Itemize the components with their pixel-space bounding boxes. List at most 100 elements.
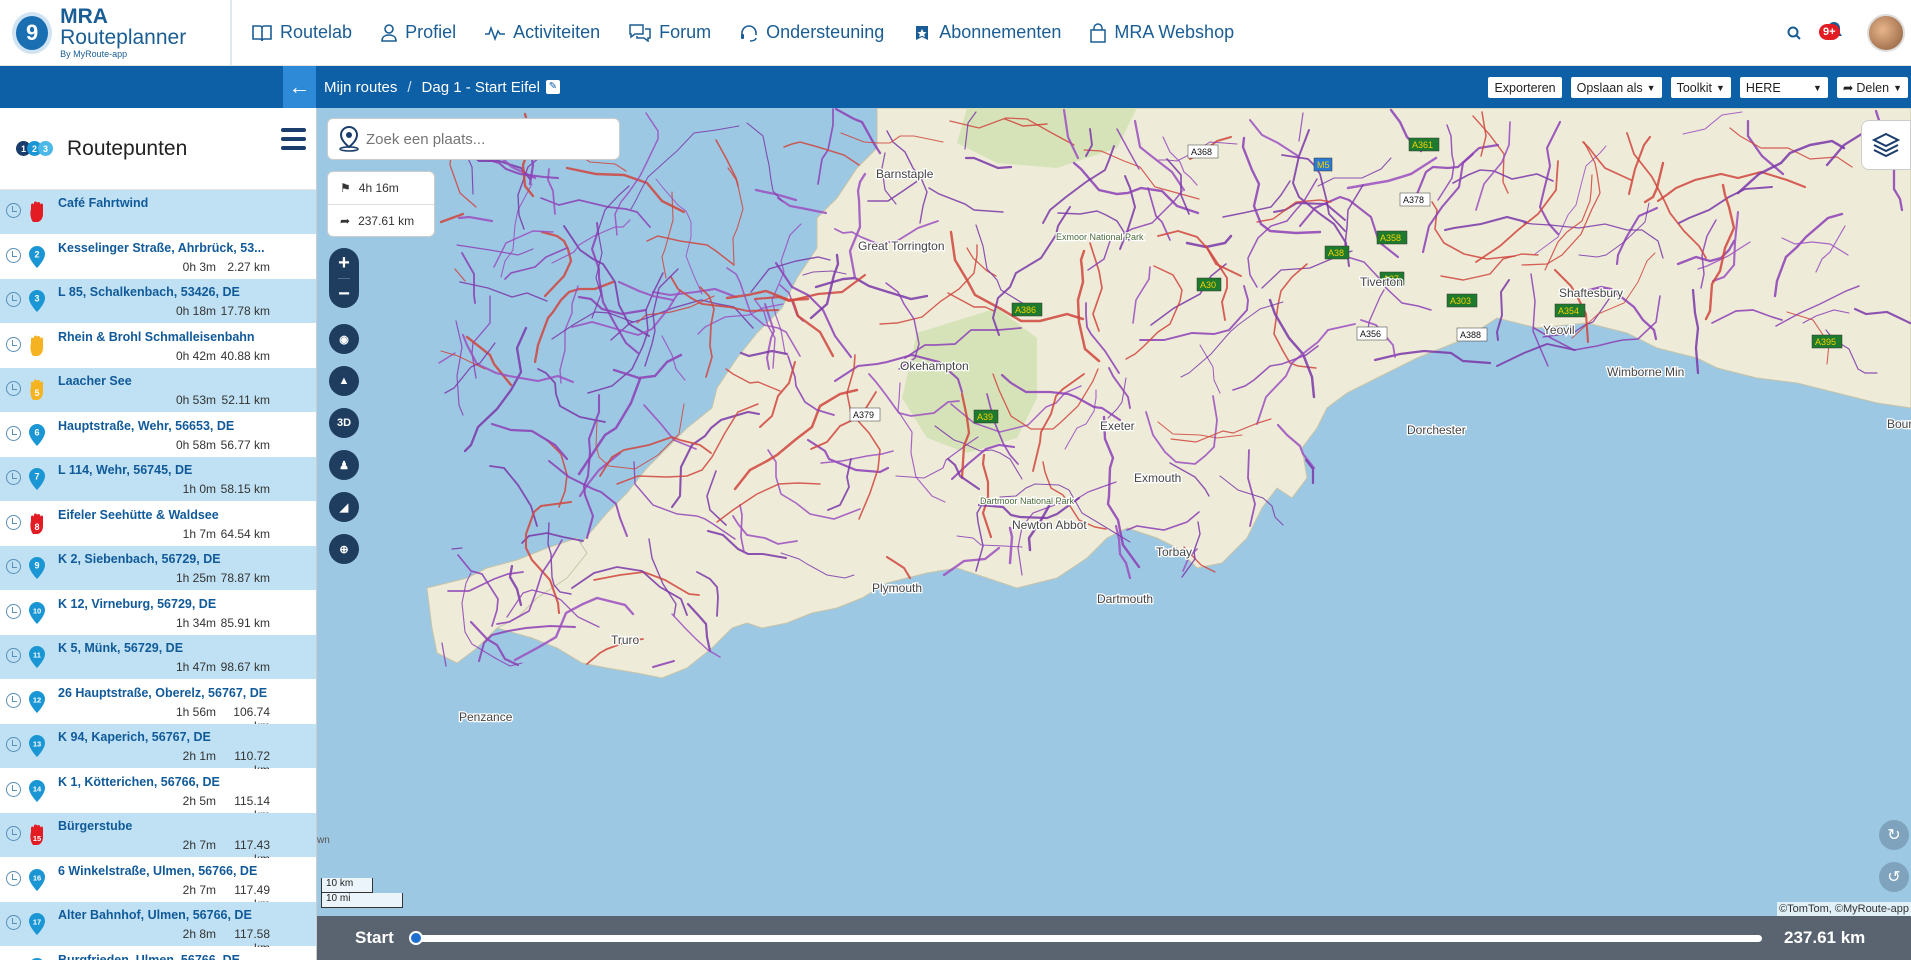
routepoint-item[interactable]: 16 6 Winkelstraße, Ulmen, 56766, DE 2h 7m 1… (0, 857, 316, 911)
place-label: Okehampton (900, 359, 969, 373)
routepoint-item[interactable]: 10 K 12, Virneburg, 56729, DE 1h 34m 85.91 … (0, 590, 316, 635)
svg-text:11: 11 (33, 651, 41, 660)
place-label: Exmouth (1134, 471, 1181, 485)
nav-ondersteuning[interactable]: Ondersteuning (740, 22, 884, 43)
chat-icon (629, 23, 651, 42)
rotate-right-button[interactable]: ↻ (1879, 820, 1909, 850)
svg-text:9: 9 (34, 561, 39, 571)
road-label: A354 (1554, 303, 1586, 318)
routepoints-list: Café Fahrtwind 2 Kesselinger Straße, Ahrbr… (0, 190, 316, 960)
svg-text:13: 13 (33, 740, 41, 749)
paint-bucket-icon[interactable]: ▲ (329, 366, 359, 396)
activity-icon (485, 25, 506, 41)
save-as-dropdown[interactable]: Opslaan als ▼ (1570, 77, 1662, 98)
road-segment (454, 268, 466, 282)
svg-text:6: 6 (34, 427, 39, 437)
routepoint-item[interactable]: 15Bürgerstube2h 7m117.43 km (0, 813, 316, 866)
export-button[interactable]: Exporteren (1488, 77, 1562, 98)
clock-icon[interactable] (6, 203, 21, 218)
layers-button[interactable] (1861, 120, 1911, 170)
road-label: A356 (1356, 326, 1388, 341)
route-scrubber-track[interactable] (409, 930, 1762, 945)
locate-me-icon[interactable]: ⊕ (329, 534, 359, 564)
routepoint-item[interactable]: 18 Burgfrieden, Ulmen, 56766, DE (0, 946, 316, 960)
main-nav: Routelab Profiel Activiteiten Forum Onde… (252, 22, 1263, 43)
brand-logo[interactable]: 9 MRA Routeplanner By MyRoute-app (0, 0, 232, 66)
toolkit-dropdown[interactable]: Toolkit ▼ (1670, 77, 1731, 98)
toggle-3d-button[interactable]: 3D (329, 408, 359, 438)
nav-webshop[interactable]: MRA Webshop (1090, 22, 1234, 43)
routepoint-name: L 85, Schalkenbach, 53426, DE (58, 285, 240, 299)
route-scrubber-thumb[interactable] (409, 930, 423, 945)
nav-profiel-label: Profiel (405, 22, 457, 42)
routepoint-item[interactable]: 12 26 Hauptstraße, Oberelz, 56767, DE 1h 5… (0, 679, 316, 733)
rotate-left-button[interactable]: ↺ (1879, 862, 1909, 892)
routepoint-item[interactable]: Café Fahrtwind (0, 190, 316, 235)
road-segment (463, 326, 528, 453)
routepoint-item[interactable]: 2 Kesselinger Straße, Ahrbrück, 53... 0h 3… (0, 234, 316, 279)
share-button[interactable]: ➦ Delen ▼ (1836, 77, 1908, 98)
place-search-box[interactable] (327, 118, 620, 160)
road-segment (547, 168, 556, 215)
nav-activiteiten[interactable]: Activiteiten (485, 22, 600, 43)
waypoint-pin-icon: 18 (31, 957, 43, 960)
routepoint-item[interactable]: 3 L 85, Schalkenbach, 53426, DE 0h 18m 17.7… (0, 279, 316, 324)
route-summary-card: ⚑ 4h 16m ➦ 237.61 km (327, 171, 435, 237)
routepoint-item[interactable]: 9 K 2, Siebenbach, 56729, DE 1h 25m 78.87 k… (0, 546, 316, 591)
zoom-control: + − (329, 248, 359, 308)
notifications-button[interactable]: 9+ (1819, 20, 1845, 46)
routepoint-distance: 52.11 km (221, 393, 270, 407)
place-label: Newton Abbot (1012, 518, 1087, 532)
menu-icon[interactable] (281, 128, 306, 150)
route-toolbar: ← Mijn routes / Dag 1 - Start Eifel ✎ Ex… (0, 66, 1911, 108)
road-segment (617, 280, 675, 302)
road-segment (440, 350, 486, 370)
road-segment (459, 281, 548, 302)
routepoint-item[interactable]: 5 Laacher See 0h 53m 52.11 km (0, 368, 316, 413)
back-arrow-button[interactable]: ← (283, 66, 316, 108)
add-waypoint-icon[interactable]: ◉ (329, 324, 359, 354)
nav-routelab[interactable]: Routelab (252, 22, 352, 43)
map-canvas[interactable]: A361 A368 M5 A378 A358 A38 A30 A303 A37 A356 A354 A… (317, 108, 1911, 916)
routepoint-item[interactable]: 6 Hauptstraße, Wehr, 56653, DE 0h 58m 56.77… (0, 412, 316, 457)
arrow-left-icon: ← (288, 74, 311, 99)
breadcrumb-separator: / (407, 78, 412, 96)
brand-subtitle: By MyRoute-app (60, 49, 128, 59)
svg-text:A30: A30 (1200, 280, 1216, 290)
svg-text:A361: A361 (1412, 140, 1433, 150)
routepoint-item[interactable]: 11 K 5, Münk, 56729, DE 1h 47m 98.67 km (0, 635, 316, 680)
sidebar-title: Routepunten (67, 136, 188, 160)
routepoint-time: 2h 8m (182, 927, 216, 941)
routepoint-time: 0h 58m (175, 437, 216, 452)
routepoint-item[interactable]: Rhein & Brohl Schmalleisenbahn 0h 42m 40.8… (0, 323, 316, 368)
routepoints-logo-icon: 123 (16, 141, 53, 156)
routepoint-item[interactable]: 7 L 114, Wehr, 56745, DE 1h 0m 58.15 km (0, 457, 316, 502)
elevation-chart-icon[interactable]: ◢ (329, 492, 359, 522)
road-segment (456, 244, 534, 256)
routepoint-item[interactable]: 17 Alter Bahnhof, Ulmen, 56766, DE 2h 8m 11… (0, 902, 316, 955)
nav-abonnementen[interactable]: Abonnementen (913, 22, 1061, 43)
svg-text:A368: A368 (1191, 147, 1212, 157)
routepoint-time: 1h 56m (175, 704, 216, 719)
routepoint-distance: 78.87 km (220, 571, 270, 585)
nav-activiteiten-label: Activiteiten (513, 22, 601, 42)
scale-mi: 10 mi (321, 893, 403, 908)
routepoint-item[interactable]: 13K 94, Kaperich, 56767, DE2h 1m110.72 k… (0, 724, 316, 777)
search-icon[interactable] (1787, 26, 1801, 40)
zoom-in-button[interactable]: + (338, 248, 350, 278)
routepoint-item[interactable]: 8 Eifeler Seehütte & Waldsee 1h 7m 64.54 km (0, 501, 316, 546)
breadcrumb-my-routes[interactable]: Mijn routes (324, 79, 397, 96)
nav-profiel[interactable]: Profiel (381, 22, 456, 43)
edit-icon[interactable]: ✎ (545, 80, 560, 94)
road-segment (1304, 458, 1315, 485)
road-segment (489, 465, 538, 527)
map-attribution: ©TomTom, ©MyRoute-app (1777, 902, 1911, 916)
user-avatar[interactable] (1867, 14, 1905, 52)
zoom-out-button[interactable]: − (338, 278, 350, 308)
nav-forum[interactable]: Forum (629, 22, 711, 43)
routing-provider-select[interactable]: HERE ▼ (1739, 77, 1828, 98)
svg-text:A356: A356 (1360, 329, 1381, 339)
search-input[interactable] (366, 130, 596, 148)
routepoint-item[interactable]: 14 K 1, Kötterichen, 56766, DE 2h 5m 115.14… (0, 768, 316, 822)
street-view-icon[interactable]: ♟ (329, 450, 359, 480)
